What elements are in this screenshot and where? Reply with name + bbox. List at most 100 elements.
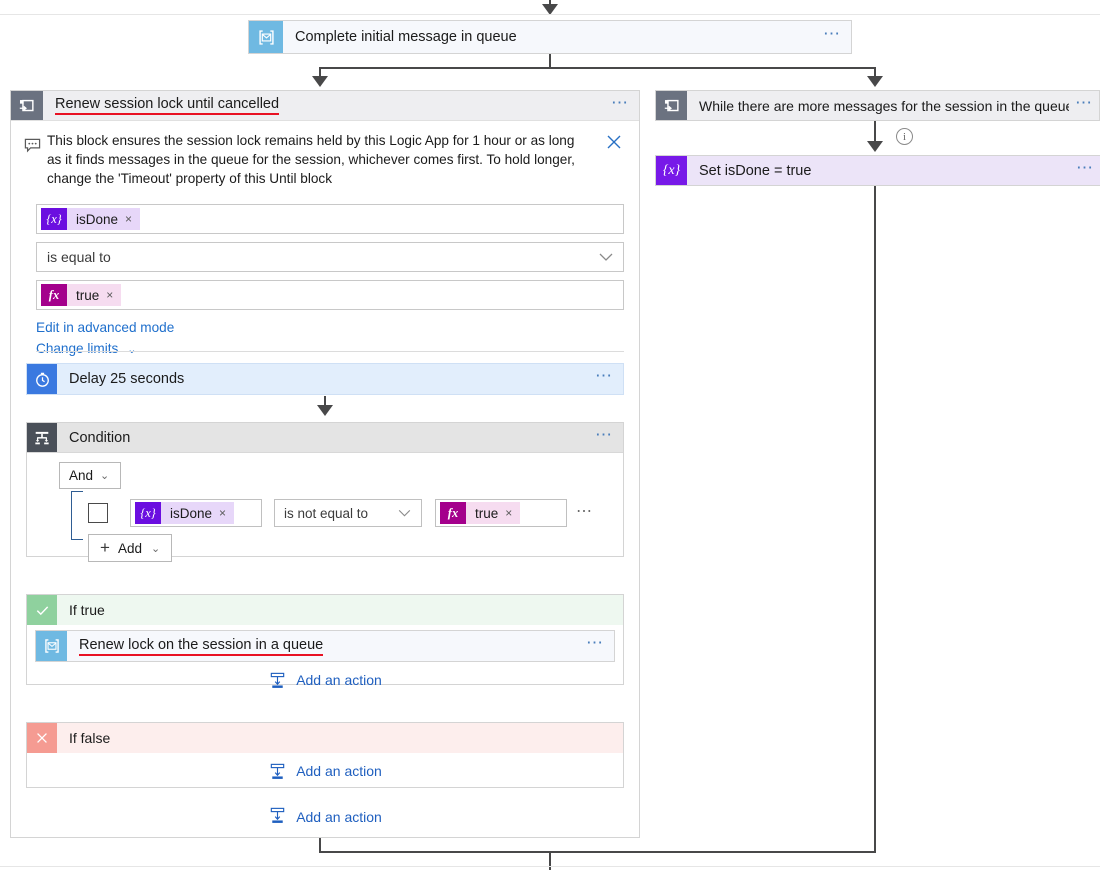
branch-if-true-header: If true	[27, 595, 623, 625]
delay-card-title: Delay 25 seconds	[57, 364, 585, 394]
token-remove-icon[interactable]: ×	[505, 506, 512, 520]
connector-while-arrow	[867, 141, 883, 152]
token-remove-icon[interactable]: ×	[106, 288, 113, 302]
renew-lock-title: Renew lock on the session in a queue	[79, 637, 323, 656]
comment-icon	[17, 131, 47, 188]
edit-advanced-mode-link[interactable]: Edit in advanced mode	[36, 318, 639, 338]
connector-merge-bar	[319, 851, 876, 853]
check-icon	[27, 595, 57, 625]
service-bus-icon	[249, 21, 283, 53]
service-bus-icon	[36, 631, 67, 661]
action-card-delay[interactable]: Delay 25 seconds ⋯	[26, 363, 624, 395]
until-block-callout-text: This block ensures the session lock rema…	[47, 131, 597, 188]
variable-token-icon: {x}	[135, 502, 161, 524]
clock-icon	[27, 364, 57, 394]
until-left-operand-field[interactable]: {x} isDone ×	[36, 204, 624, 234]
while-block-menu-button[interactable]: ⋯	[1069, 91, 1099, 120]
add-action-icon	[268, 806, 287, 828]
delay-card-menu-button[interactable]: ⋯	[585, 364, 623, 394]
until-operator-select[interactable]: is equal to	[36, 242, 624, 272]
token-pill-label: true ×	[67, 284, 121, 306]
until-loop-icon	[11, 91, 43, 120]
change-limits-row[interactable]: Change limits ⌄	[36, 338, 639, 360]
condition-right-operand-field[interactable]: fx true ×	[435, 499, 567, 527]
add-an-action-label: Add an action	[296, 809, 382, 825]
plus-icon: +	[100, 538, 110, 558]
action-card-complete-initial-message[interactable]: Complete initial message in queue ⋯	[248, 20, 852, 54]
connector-right-spine	[874, 186, 876, 853]
add-an-action-if-true[interactable]: Add an action	[27, 661, 623, 699]
until-loop-icon	[656, 91, 687, 120]
variable-glyph: {x}	[663, 163, 680, 179]
expression-token-icon: fx	[440, 502, 466, 524]
chevron-down-icon: ⌄	[151, 542, 160, 555]
until-block-callout: This block ensures the session lock rema…	[11, 121, 639, 192]
condition-add-button[interactable]: + Add ⌄	[88, 534, 172, 562]
condition-logic-operator-value: And	[69, 468, 93, 483]
until-divider	[36, 351, 624, 352]
token-pill-label: isDone ×	[67, 208, 140, 230]
action-card-set-isdone[interactable]: {x} Set isDone = true ⋯	[655, 155, 1100, 186]
until-block-title-wrap: Renew session lock until cancelled	[43, 91, 601, 120]
token-pill-true[interactable]: fx true ×	[440, 502, 520, 524]
add-action-icon	[268, 762, 287, 781]
condition-row-checkbox[interactable]	[88, 503, 108, 523]
connector-left-arrow	[312, 76, 328, 87]
add-an-action-if-false[interactable]: Add an action	[27, 752, 623, 790]
add-an-action-until-footer[interactable]: Add an action	[12, 799, 638, 835]
condition-icon	[27, 423, 57, 452]
until-block-header[interactable]: Renew session lock until cancelled ⋯	[11, 91, 639, 121]
branch-if-true: If true Renew lock on the session in a q…	[26, 594, 624, 685]
connector-split-stem	[549, 54, 551, 68]
branch-if-false-label: If false	[57, 723, 623, 753]
renew-lock-menu-button[interactable]: ⋯	[576, 631, 614, 661]
action-card-menu-button[interactable]: ⋯	[813, 21, 851, 53]
token-pill-true[interactable]: fx true ×	[41, 284, 121, 306]
condition-operator-select[interactable]: is not equal to	[274, 499, 422, 527]
token-pill-isdone[interactable]: {x} isDone ×	[41, 208, 140, 230]
connector-bottom-stem	[549, 851, 551, 870]
expression-token-icon: fx	[41, 284, 67, 306]
condition-row-menu-button[interactable]: ⋯	[576, 501, 593, 521]
condition-block: Condition ⋯ And ⌄ {x} isDone ×	[26, 422, 624, 557]
condition-add-label: Add	[118, 541, 142, 556]
token-pill-isdone[interactable]: {x} isDone ×	[135, 502, 234, 524]
action-card-title: Complete initial message in queue	[283, 21, 813, 53]
branch-if-false-header: If false	[27, 723, 623, 753]
add-an-action-label: Add an action	[296, 763, 382, 779]
connector-right-arrow	[867, 76, 883, 87]
page-hairline-bottom	[0, 866, 1100, 867]
info-icon[interactable]: i	[896, 128, 913, 145]
add-action-icon	[268, 671, 287, 690]
condition-operator-value: is not equal to	[284, 506, 368, 521]
token-label-text: isDone	[76, 212, 118, 227]
condition-group-brace	[71, 491, 83, 540]
until-links: Edit in advanced mode Change limits ⌄	[36, 318, 639, 360]
condition-menu-button[interactable]: ⋯	[585, 423, 623, 452]
until-right-operand-field[interactable]: fx true ×	[36, 280, 624, 310]
action-card-renew-lock[interactable]: Renew lock on the session in a queue ⋯	[35, 630, 615, 662]
while-block-header[interactable]: While there are more messages for the se…	[655, 90, 1100, 121]
token-label-text: true	[76, 288, 99, 303]
set-isdone-title: Set isDone = true	[687, 156, 1070, 185]
chevron-down-icon: ⌄	[100, 469, 109, 482]
change-limits-link[interactable]: Change limits	[36, 341, 118, 356]
page-hairline-top	[0, 14, 1100, 15]
add-an-action-label: Add an action	[296, 672, 382, 688]
x-icon	[27, 723, 57, 753]
token-remove-icon[interactable]: ×	[219, 506, 226, 520]
logic-app-designer-canvas: Complete initial message in queue ⋯ Rene…	[0, 0, 1100, 870]
condition-logic-operator-select[interactable]: And ⌄	[59, 462, 121, 489]
until-block-menu-button[interactable]: ⋯	[601, 91, 639, 120]
connector-split-bar	[319, 67, 876, 69]
token-pill-label: true ×	[466, 502, 520, 524]
close-icon[interactable]	[597, 131, 631, 188]
token-label-text: isDone	[170, 506, 212, 521]
token-remove-icon[interactable]: ×	[125, 212, 132, 226]
condition-left-operand-field[interactable]: {x} isDone ×	[130, 499, 262, 527]
chevron-down-icon: ⌄	[127, 344, 136, 356]
variable-token-icon: {x}	[41, 208, 67, 230]
set-isdone-menu-button[interactable]: ⋯	[1070, 156, 1100, 185]
connector-while-to-setisdone	[874, 121, 876, 143]
condition-header[interactable]: Condition ⋯	[27, 423, 623, 453]
